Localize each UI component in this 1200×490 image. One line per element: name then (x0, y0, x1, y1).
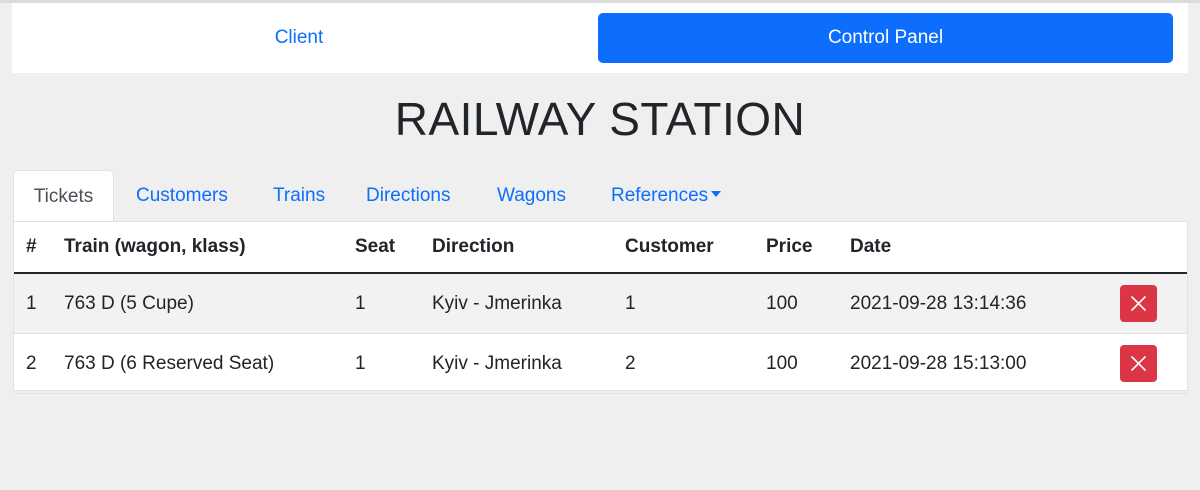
tickets-table: # Train (wagon, klass) Seat Direction Cu… (14, 222, 1187, 394)
cell-price: 100 (754, 333, 838, 394)
cell-customer: 2 (613, 333, 754, 394)
tab-wagons[interactable]: Wagons (497, 170, 566, 222)
table-row: 2 763 D (6 Reserved Seat) 1 Kyiv - Jmeri… (14, 333, 1187, 394)
tab-customers[interactable]: Customers (136, 170, 228, 222)
cell-direction: Kyiv - Jmerinka (420, 333, 613, 394)
tab-directions[interactable]: Directions (366, 170, 450, 222)
column-header-date: Date (838, 222, 1108, 274)
cell-actions (1108, 273, 1187, 334)
column-header-direction: Direction (420, 222, 613, 274)
table-header-row: # Train (wagon, klass) Seat Direction Cu… (14, 222, 1187, 274)
cell-date: 2021-09-28 15:13:00 (838, 333, 1108, 394)
top-navigation: Client Control Panel (12, 3, 1188, 73)
column-header-price: Price (754, 222, 838, 274)
cell-price: 100 (754, 273, 838, 334)
cell-train: 763 D (5 Cupe) (52, 273, 343, 334)
cell-date: 2021-09-28 13:14:36 (838, 273, 1108, 334)
tab-references[interactable]: References (611, 170, 722, 222)
tab-trains[interactable]: Trains (273, 170, 325, 222)
cell-number: 2 (14, 333, 52, 394)
control-panel-button[interactable]: Control Panel (598, 13, 1173, 63)
cell-number: 1 (14, 273, 52, 334)
cell-customer: 1 (613, 273, 754, 334)
column-header-seat: Seat (343, 222, 420, 274)
cell-direction: Kyiv - Jmerinka (420, 273, 613, 334)
close-icon (1131, 356, 1146, 371)
close-icon (1131, 296, 1146, 311)
table-row: 1 763 D (5 Cupe) 1 Kyiv - Jmerinka 1 100… (14, 273, 1187, 334)
tab-bar: Tickets Customers Trains Directions Wago… (13, 170, 1188, 222)
cell-train: 763 D (6 Reserved Seat) (52, 333, 343, 394)
tab-tickets[interactable]: Tickets (13, 170, 114, 222)
column-header-number: # (14, 222, 52, 274)
tickets-panel: # Train (wagon, klass) Seat Direction Cu… (13, 221, 1188, 394)
column-header-actions (1108, 222, 1187, 274)
column-header-customer: Customer (613, 222, 754, 274)
client-button[interactable]: Client (12, 13, 586, 63)
tab-references-label: References (611, 185, 709, 206)
cell-actions (1108, 333, 1187, 394)
cell-seat: 1 (343, 273, 420, 334)
cell-seat: 1 (343, 333, 420, 394)
page-title: RAILWAY STATION (394, 93, 806, 145)
column-header-train: Train (wagon, klass) (52, 222, 343, 274)
delete-button[interactable] (1120, 345, 1157, 382)
caret-down-icon (711, 190, 722, 197)
delete-button[interactable] (1120, 285, 1157, 322)
